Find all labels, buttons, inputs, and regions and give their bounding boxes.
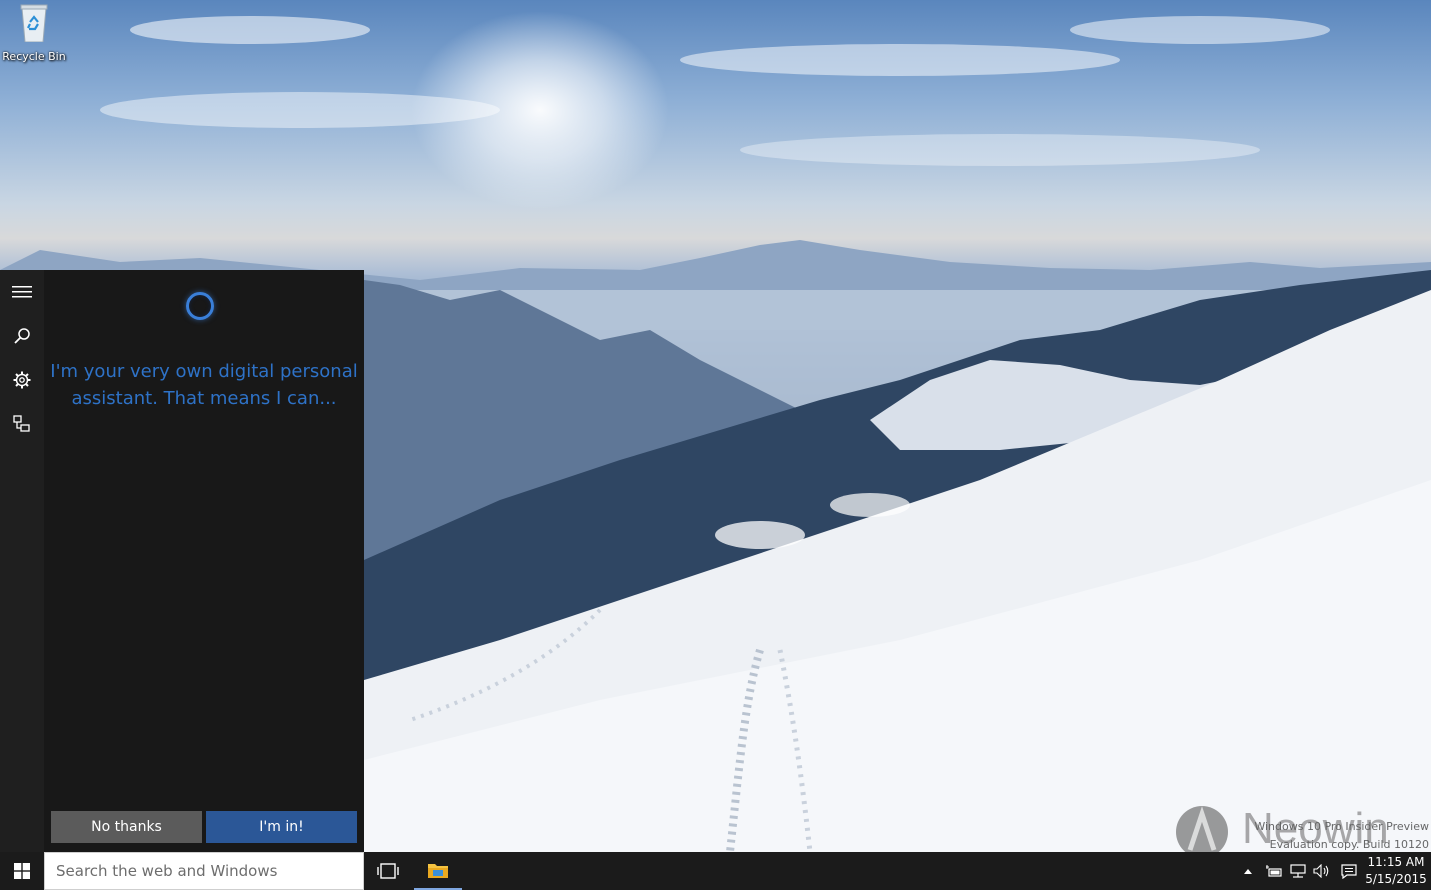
neowin-logo-icon <box>1176 806 1228 852</box>
cortana-panel: I'm your very own digital personal assis… <box>0 270 364 852</box>
cortana-intro-text: I'm your very own digital personal assis… <box>50 361 358 409</box>
power-battery-icon <box>1266 865 1282 877</box>
volume-tray-button[interactable] <box>1310 852 1334 890</box>
neowin-brand-text: Neowin <box>1242 804 1389 852</box>
action-center-icon <box>1341 863 1357 879</box>
desktop-icon-recycle-bin[interactable]: Recycle Bin <box>0 0 68 70</box>
hamburger-menu-icon <box>12 286 32 298</box>
recycle-bin-icon <box>18 2 50 43</box>
network-tray-button[interactable] <box>1286 852 1310 890</box>
chevron-up-icon <box>1244 869 1252 874</box>
file-explorer-button[interactable] <box>414 852 462 890</box>
neowin-watermark: Neowin <box>1172 800 1412 852</box>
clock-date: 5/15/2015 <box>1365 872 1427 886</box>
im-in-button[interactable]: I'm in! <box>206 811 357 843</box>
windows-logo-icon <box>14 863 30 879</box>
rail-search-button[interactable] <box>0 314 44 358</box>
taskbar-search-box[interactable] <box>44 852 365 890</box>
task-view-icon <box>377 863 399 879</box>
start-button[interactable] <box>0 852 44 890</box>
no-thanks-button[interactable]: No thanks <box>51 811 202 843</box>
taskbar: 11:15 AM 5/15/2015 <box>0 852 1431 890</box>
task-view-button[interactable] <box>364 852 412 890</box>
power-tray-button[interactable] <box>1262 852 1286 890</box>
clock-time: 11:15 AM <box>1367 855 1425 869</box>
show-hidden-icons-button[interactable] <box>1236 852 1260 890</box>
settings-gear-icon <box>13 371 31 389</box>
network-icon <box>1290 864 1306 878</box>
action-center-button[interactable] <box>1337 852 1361 890</box>
feedback-icon <box>13 415 30 432</box>
search-input[interactable] <box>45 853 365 889</box>
taskbar-clock[interactable]: 11:15 AM 5/15/2015 <box>1360 854 1431 888</box>
rail-settings-button[interactable] <box>0 358 44 402</box>
recycle-bin-label: Recycle Bin <box>2 50 66 63</box>
cortana-ring-icon <box>186 292 214 320</box>
file-explorer-icon <box>428 864 448 878</box>
rail-feedback-button[interactable] <box>0 402 44 446</box>
hamburger-menu-button[interactable] <box>0 270 44 314</box>
volume-icon <box>1313 864 1329 878</box>
search-icon <box>14 328 30 344</box>
cortana-left-rail <box>0 270 44 852</box>
